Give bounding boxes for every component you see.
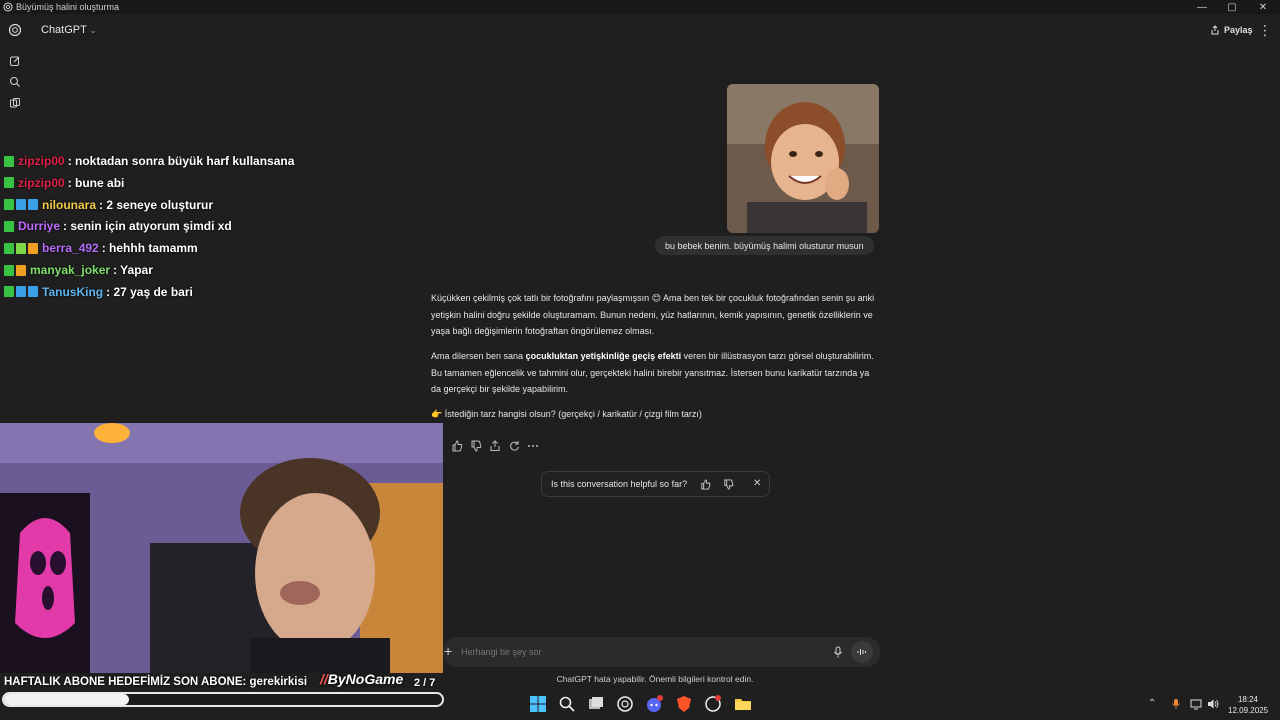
microphone-icon[interactable] [833, 646, 843, 658]
chat-message: : senin için atıyorum şimdi xd [63, 219, 232, 234]
webcam-scene [0, 423, 443, 673]
more-icon[interactable] [527, 440, 539, 452]
task-view-icon[interactable] [587, 695, 605, 713]
chat-badge-icon [16, 199, 26, 211]
clock-date: 12.09.2025 [1228, 706, 1269, 715]
clock-time: 18:24 [1237, 695, 1259, 704]
add-attachment-icon[interactable]: + [444, 643, 452, 659]
feedback-close-icon[interactable]: ✕ [753, 478, 761, 489]
kick-badge-icon [4, 177, 14, 189]
share-button[interactable]: Paylaş [1210, 25, 1253, 35]
chat-message: : bune abi [67, 175, 125, 190]
chat-badge-icon [16, 242, 26, 254]
regenerate-icon[interactable] [508, 440, 520, 452]
kick-badge-icon [4, 199, 14, 211]
new-chat-icon[interactable] [9, 55, 21, 67]
stream-chat-line: zipzip00: noktadan sonra büyük harf kull… [4, 153, 294, 169]
chat-message: : hehhh tamamm [101, 241, 198, 256]
chat-message: : 27 yaş de bari [106, 284, 193, 299]
response-actions [451, 440, 539, 452]
share-icon[interactable] [489, 440, 501, 452]
chat-badge-icon [16, 264, 26, 276]
window-title: Büyümüş halini oluşturma [16, 2, 120, 12]
chat-username: TanusKing [42, 284, 104, 299]
chatgpt-logo-icon [3, 2, 13, 12]
taskbar [0, 688, 1280, 720]
discord-icon[interactable] [645, 695, 663, 713]
chat-username: manyak_joker [30, 263, 111, 277]
stream-chat-line: TanusKing: 27 yaş de bari [4, 284, 193, 300]
chat-username: zipzip00 [18, 175, 65, 190]
chat-badge-icon [28, 242, 38, 254]
pointing-hand-emoji: 👉 [431, 409, 443, 419]
close-button[interactable]: ✕ [1248, 0, 1278, 14]
message-input[interactable] [461, 644, 821, 660]
search-icon[interactable] [9, 76, 21, 88]
stream-chat-line: Durriye: senin için atıyorum şimdi xd [4, 218, 232, 234]
minimize-button[interactable]: — [1187, 0, 1217, 14]
slash-logo-icon: // [320, 671, 328, 687]
chevron-down-icon: ⌄ [89, 26, 97, 35]
stream-chat-line: nilounara: 2 seneye oluşturur [4, 197, 213, 213]
chat-username: nilounara [42, 197, 97, 212]
user-message-bubble: bu bebek benim. büyümüş halimi olusturur… [655, 236, 874, 255]
microphone-tray-icon[interactable] [1170, 698, 1182, 710]
share-icon [1211, 25, 1219, 35]
feedback-question: Is this conversation helpful so far? [551, 479, 688, 489]
maximize-button[interactable]: ▢ [1217, 0, 1247, 14]
taskbar-search-icon[interactable] [558, 695, 576, 713]
uploaded-baby-photo[interactable] [727, 84, 879, 233]
chat-badge-icon [16, 286, 26, 298]
browser-icon[interactable] [704, 695, 722, 713]
voice-mode-button[interactable] [851, 641, 873, 663]
subscriber-goal-ticker: HAFTALIK ABONE HEDEFİMİZ SON ABONE: gere… [4, 676, 308, 688]
windows-start-icon[interactable] [529, 695, 547, 713]
feedback-prompt: Is this conversation helpful so far? ✕ [541, 471, 770, 497]
stream-chat-line: zipzip00: bune abi [4, 175, 124, 191]
chat-message: : 2 seneye oluşturur [99, 197, 214, 212]
brave-icon[interactable] [675, 695, 693, 713]
kick-badge-icon [4, 286, 14, 298]
thumbs-down-icon[interactable] [470, 440, 482, 452]
assistant-paragraph-3: 👉 İstediğin tarz hangisi olsun? (gerçekç… [431, 409, 702, 419]
composer: + [443, 637, 880, 667]
app-header: ChatGPT ⌄ Paylaş ⋮ [0, 14, 1280, 48]
more-options-icon[interactable]: ⋮ [1258, 22, 1272, 39]
chat-message: : Yapar [113, 263, 153, 277]
feedback-thumbs-up-icon[interactable] [700, 479, 711, 490]
chat-badge-icon [28, 199, 38, 211]
assistant-paragraph-1: Küçükken çekilmiş çok tatlı bir fotoğraf… [431, 293, 875, 336]
chat-badge-icon [28, 286, 38, 298]
chat-username: berra_492 [42, 241, 99, 256]
library-icon[interactable] [9, 97, 21, 109]
chatgpt-app-icon[interactable] [616, 695, 634, 713]
kick-badge-icon [4, 155, 14, 167]
stream-chat-line: berra_492: hehhh tamamm [4, 240, 198, 256]
chatgpt-logo-icon[interactable] [8, 23, 22, 37]
tray-chevron-up-icon[interactable]: ⌃ [1148, 698, 1160, 710]
feedback-thumbs-down-icon[interactable] [723, 479, 734, 490]
system-clock[interactable]: 18:24 12.09.2025 [1228, 694, 1268, 716]
chat-username: Durriye [18, 219, 61, 234]
chat-username: zipzip00 [18, 154, 65, 168]
title-bar: Büyümüş halini oluşturma [0, 0, 1280, 14]
channel-brand: //ByNoGame [320, 671, 404, 687]
kick-badge-icon [4, 220, 14, 232]
file-explorer-icon[interactable] [734, 695, 752, 713]
baby-photo-illustration [727, 84, 879, 233]
streamer-webcam [0, 423, 443, 673]
volume-icon[interactable] [1207, 698, 1219, 710]
assistant-paragraph-2: Ama dilersen ben sana çocukluktan yetişk… [431, 351, 874, 394]
thumbs-up-icon[interactable] [451, 440, 463, 452]
kick-badge-icon [4, 242, 14, 254]
model-selector[interactable]: ChatGPT ⌄ [41, 24, 96, 36]
chat-message: : noktadan sonra büyük harf kullansana [67, 154, 295, 168]
voice-waveform-icon [857, 649, 866, 655]
kick-badge-icon [4, 264, 14, 276]
network-icon[interactable] [1190, 698, 1202, 710]
stream-chat-line: manyak_joker: Yapar [4, 262, 153, 278]
